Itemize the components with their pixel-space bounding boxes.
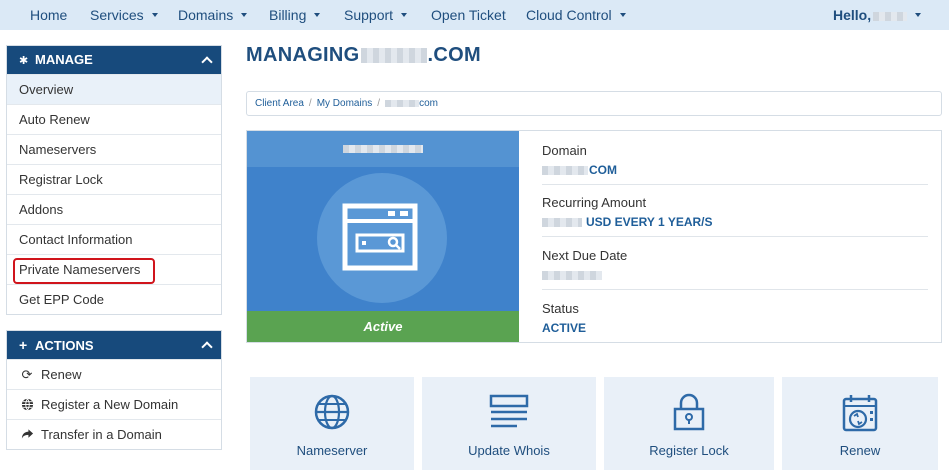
browser-window-icon bbox=[342, 203, 418, 271]
redacted-domain-heading bbox=[343, 145, 423, 153]
detail-recurring-label: Recurring Amount bbox=[542, 195, 647, 210]
document-lines-icon bbox=[489, 394, 529, 428]
tile-renew-label: Renew bbox=[839, 443, 881, 458]
refresh-icon: ⟳ bbox=[21, 367, 33, 382]
globe-icon bbox=[19, 390, 35, 420]
nav-billing[interactable]: Billing bbox=[269, 0, 321, 30]
detail-domain-value: COM bbox=[542, 163, 928, 177]
manage-item-addons[interactable]: Addons bbox=[7, 194, 221, 224]
nav-support[interactable]: Support bbox=[344, 0, 408, 30]
manage-item-get-epp-code[interactable]: Get EPP Code bbox=[7, 284, 221, 314]
manage-item-private-nameservers[interactable]: Private Nameservers bbox=[7, 254, 221, 284]
detail-next-due-date: Next Due Date bbox=[542, 248, 928, 282]
divider bbox=[542, 289, 928, 290]
redacted-username bbox=[873, 11, 908, 21]
page-title: MANAGING .COM bbox=[246, 44, 481, 66]
tile-renew[interactable]: Renew bbox=[782, 377, 938, 470]
action-register-new-domain[interactable]: Register a New Domain bbox=[7, 389, 221, 419]
divider bbox=[542, 236, 928, 237]
manage-panel: ✱ MANAGE Overview Auto Renew Nameservers … bbox=[6, 45, 222, 315]
redacted-value bbox=[542, 271, 602, 281]
detail-status: Status ACTIVE bbox=[542, 301, 928, 335]
detail-domain: Domain COM bbox=[542, 143, 928, 177]
breadcrumb: Client Area / My Domains / com bbox=[246, 91, 942, 116]
action-transfer-domain[interactable]: Transfer in a Domain bbox=[7, 419, 221, 449]
manage-item-nameservers[interactable]: Nameservers bbox=[7, 134, 221, 164]
manage-panel-title: MANAGE bbox=[35, 52, 93, 67]
padlock-icon bbox=[673, 393, 705, 431]
caret-down-icon bbox=[915, 13, 922, 18]
domain-visual: Active bbox=[247, 131, 519, 342]
manage-item-contact-information[interactable]: Contact Information bbox=[7, 224, 221, 254]
top-navigation: Home Services Domains Billing Support Op… bbox=[0, 0, 949, 30]
domain-visual-header bbox=[247, 131, 519, 167]
share-arrow-icon bbox=[19, 420, 35, 450]
domain-info-card: Active Domain COM Recurring Amount USD E… bbox=[246, 130, 942, 343]
redacted-value bbox=[542, 218, 582, 228]
detail-due-label: Next Due Date bbox=[542, 248, 628, 263]
tile-nameserver-label: Nameserver bbox=[296, 443, 368, 458]
manage-panel-header[interactable]: ✱ MANAGE bbox=[7, 46, 221, 74]
manage-item-auto-renew[interactable]: Auto Renew bbox=[7, 104, 221, 134]
caret-down-icon bbox=[151, 13, 158, 18]
globe-icon bbox=[314, 394, 350, 430]
action-renew[interactable]: ⟳ Renew bbox=[7, 359, 221, 389]
breadcrumb-current-domain: com bbox=[419, 98, 438, 109]
chevron-up-icon[interactable] bbox=[201, 331, 213, 361]
caret-down-icon bbox=[314, 13, 321, 18]
gear-icon: ✱ bbox=[19, 55, 29, 67]
caret-down-icon bbox=[619, 13, 626, 18]
manage-item-registrar-lock[interactable]: Registrar Lock bbox=[7, 164, 221, 194]
nav-open-ticket[interactable]: Open Ticket bbox=[431, 0, 506, 30]
detail-status-label: Status bbox=[542, 301, 579, 316]
plus-icon: + bbox=[19, 337, 28, 353]
status-banner: Active bbox=[247, 311, 519, 342]
divider bbox=[542, 184, 928, 185]
nav-home[interactable]: Home bbox=[30, 0, 67, 30]
calendar-refresh-icon bbox=[842, 395, 878, 432]
manage-item-overview[interactable]: Overview bbox=[7, 74, 221, 104]
actions-panel-header[interactable]: + ACTIONS bbox=[7, 331, 221, 359]
highlight-box bbox=[13, 258, 155, 284]
detail-recurring-value: USD EVERY 1 YEAR/S bbox=[542, 215, 928, 229]
caret-down-icon bbox=[241, 13, 248, 18]
actions-panel: + ACTIONS ⟳ Renew Register a New Domain Tr… bbox=[6, 330, 222, 450]
tile-nameserver[interactable]: Nameserver bbox=[250, 377, 414, 470]
nav-services[interactable]: Services bbox=[90, 0, 158, 30]
redacted-breadcrumb-domain bbox=[385, 99, 420, 107]
nav-cloud-control[interactable]: Cloud Control bbox=[526, 0, 626, 30]
nav-domains[interactable]: Domains bbox=[178, 0, 248, 30]
tile-update-whois-label: Update Whois bbox=[468, 443, 550, 458]
detail-status-value: ACTIVE bbox=[542, 321, 587, 335]
actions-panel-title: ACTIONS bbox=[35, 338, 94, 353]
breadcrumb-my-domains[interactable]: My Domains bbox=[317, 98, 373, 109]
chevron-up-icon[interactable] bbox=[201, 46, 213, 76]
caret-down-icon bbox=[401, 13, 408, 18]
breadcrumb-client-area[interactable]: Client Area bbox=[255, 98, 304, 109]
tile-register-lock-label: Register Lock bbox=[649, 443, 729, 458]
tile-register-lock[interactable]: Register Lock bbox=[604, 377, 774, 470]
user-menu[interactable]: Hello, bbox=[833, 0, 922, 30]
tile-update-whois[interactable]: Update Whois bbox=[422, 377, 596, 470]
detail-recurring-amount: Recurring Amount USD EVERY 1 YEAR/S bbox=[542, 195, 928, 229]
detail-due-value bbox=[542, 268, 928, 282]
redacted-domain-name bbox=[360, 48, 427, 64]
detail-domain-label: Domain bbox=[542, 143, 587, 158]
redacted-value bbox=[542, 166, 588, 176]
